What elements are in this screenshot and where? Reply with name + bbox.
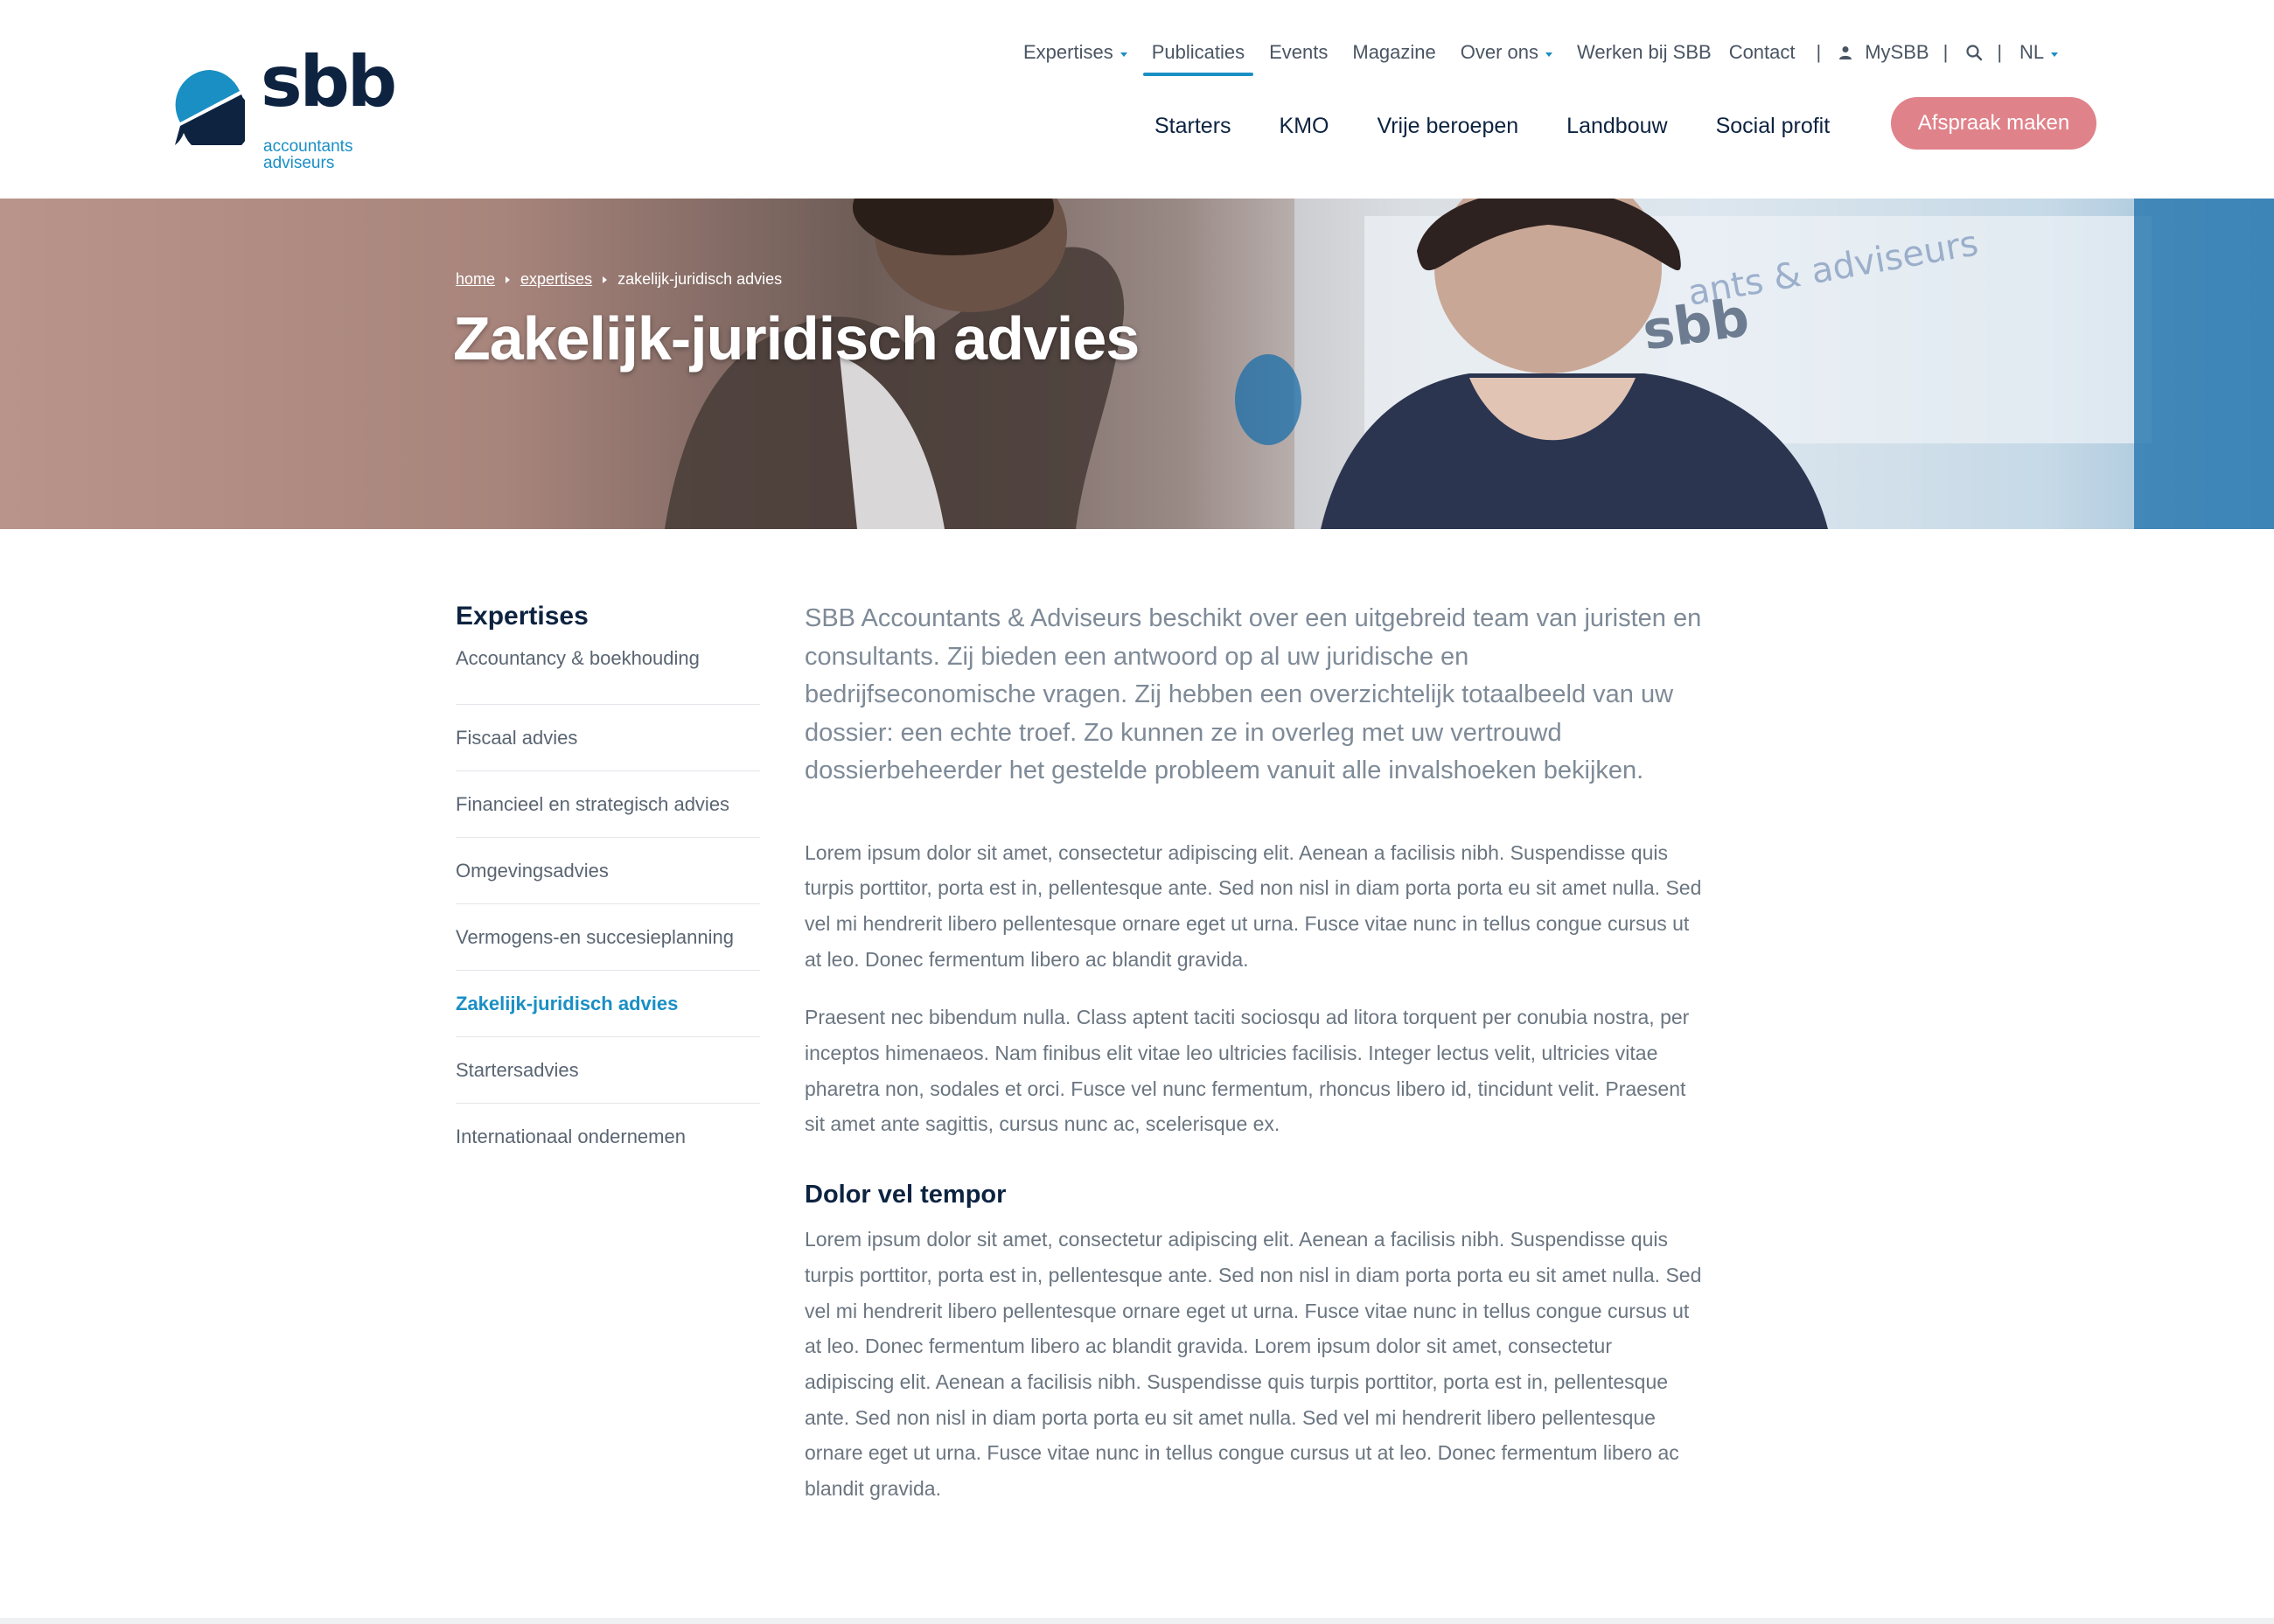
breadcrumb-separator-icon	[506, 275, 511, 283]
mainnav-item-kmo[interactable]: KMO	[1280, 114, 1329, 139]
body-paragraph: Praesent nec bibendum nulla. Class apten…	[805, 1006, 1690, 1136]
topnav-label: Events	[1269, 41, 1329, 63]
sidebar-item-vermogensplanning[interactable]: Vermogens-en succesieplanning	[456, 904, 760, 971]
topnav-label: Expertises	[1023, 41, 1113, 63]
body-paragraph: Lorem ipsum dolor sit amet, consectetur …	[805, 1228, 1702, 1501]
topnav-item-werken-bij-sbb[interactable]: Werken bij SBB	[1577, 41, 1712, 64]
caret-down-icon	[2051, 52, 2059, 57]
body-paragraph: Lorem ipsum dolor sit amet, consectetur …	[805, 840, 1702, 971]
mainnav-item-starters[interactable]: Starters	[1154, 114, 1231, 139]
sbb-logo[interactable]: sbb accountants adviseurs	[175, 47, 397, 175]
topnav-label: Werken bij SBB	[1577, 41, 1712, 63]
afspraak-maken-button[interactable]: Afspraak maken	[1891, 97, 2096, 150]
topnav-item-expertises[interactable]: Expertises	[1023, 41, 1127, 64]
hero-banner: sbb ants & adviseurs home expertises zak…	[0, 199, 2274, 529]
mainnav-item-vrije-beroepen[interactable]: Vrije beroepen	[1377, 114, 1518, 139]
mysbb-label: MySBB	[1865, 41, 1929, 63]
topnav-item-over-ons[interactable]: Over ons	[1460, 41, 1553, 64]
nav-separator: |	[1943, 41, 1949, 63]
topnav-item-magazine[interactable]: Magazine	[1352, 41, 1435, 64]
lead-paragraph: SBB Accountants & Adviseurs beschikt ove…	[805, 604, 1702, 784]
sidebar-item-startersadvies[interactable]: Startersadvies	[456, 1037, 760, 1104]
logo-subline-1: accountants	[263, 137, 353, 156]
top-navigation: Expertises Publicaties Events Magazine O…	[1023, 37, 2075, 76]
user-icon	[1839, 46, 1852, 59]
logo-subline: accountants adviseurs	[263, 138, 352, 171]
topnav-item-contact[interactable]: Contact	[1729, 41, 1796, 64]
breadcrumb-home-link[interactable]: home	[456, 270, 495, 289]
topnav-label: Contact	[1728, 41, 1796, 63]
sidebar-item-financieel-strategisch[interactable]: Financieel en strategisch advies	[456, 771, 760, 838]
logo-wordmark: sbb	[261, 41, 397, 122]
sidebar-item-omgevingsadvies[interactable]: Omgevingsadvies	[456, 838, 760, 904]
breadcrumb-expertises-link[interactable]: expertises	[520, 270, 592, 289]
nav-separator: |	[1816, 41, 1822, 63]
topnav-item-events[interactable]: Events	[1269, 41, 1328, 64]
mainnav-item-social-profit[interactable]: Social profit	[1716, 114, 1831, 139]
sidebar-title: Expertises	[456, 602, 589, 631]
breadcrumb-separator-icon	[603, 275, 608, 283]
search-icon	[1966, 45, 1983, 61]
topnav-label: Magazine	[1352, 41, 1436, 63]
site-header: sbb accountants adviseurs Expertises Pub…	[0, 0, 2274, 199]
language-selector[interactable]: NL	[2019, 41, 2059, 64]
breadcrumb-current: zakelijk-juridisch advies	[617, 270, 783, 288]
page-title: Zakelijk-juridisch advies	[453, 304, 1140, 373]
caret-down-icon	[1120, 52, 1127, 57]
expertises-sidebar: Expertises Accountancy & boekhouding Fis…	[456, 602, 760, 1170]
mainnav-item-landbouw[interactable]: Landbouw	[1566, 114, 1667, 139]
main-content: SBB Accountants & Adviseurs beschikt ove…	[805, 600, 1706, 1530]
topnav-label: Publicaties	[1151, 41, 1245, 63]
search-button[interactable]	[1965, 44, 1983, 61]
sbb-logo-mark-icon	[175, 70, 245, 145]
logo-subline-2: adviseurs	[263, 154, 335, 172]
sidebar-item-zakelijk-juridisch[interactable]: Zakelijk-juridisch advies	[456, 971, 760, 1037]
main-navigation: Starters KMO Vrije beroepen Landbouw Soc…	[1154, 114, 1878, 139]
sidebar-item-internationaal[interactable]: Internationaal ondernemen	[456, 1104, 760, 1170]
nav-separator: |	[1997, 41, 2003, 63]
breadcrumb: home expertises zakelijk-juridisch advie…	[456, 270, 782, 289]
mysbb-link[interactable]: MySBB	[1838, 41, 1929, 64]
language-label: NL	[2019, 41, 2045, 63]
topnav-label: Over ons	[1460, 41, 1539, 63]
topnav-item-publicaties[interactable]: Publicaties	[1142, 41, 1254, 76]
section-heading: Dolor vel tempor	[805, 1181, 1007, 1209]
footer-edge	[0, 1618, 2274, 1624]
caret-down-icon	[1545, 52, 1553, 57]
sidebar-item-accountancy[interactable]: Accountancy & boekhouding	[456, 647, 760, 705]
sidebar-item-fiscaal-advies[interactable]: Fiscaal advies	[456, 705, 760, 771]
